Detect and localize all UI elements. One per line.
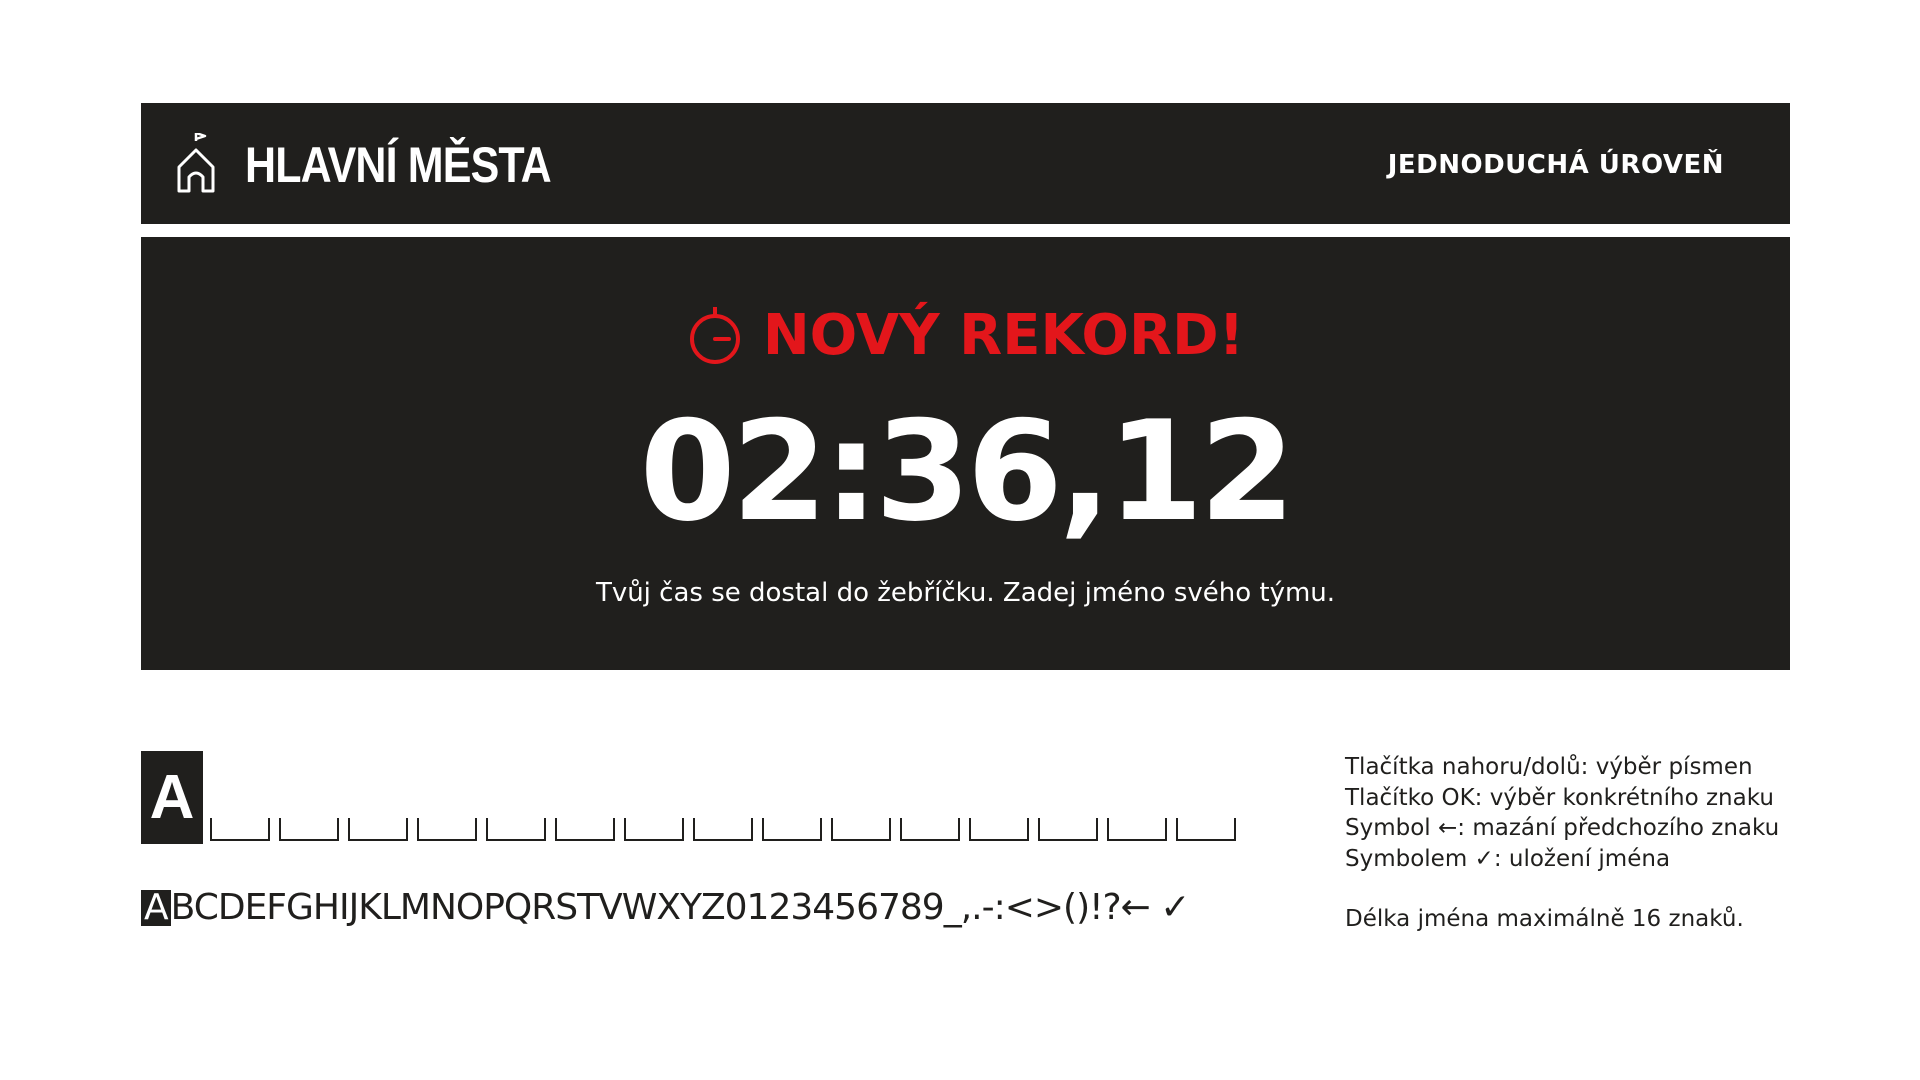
instruction-line: Symbol ←: mazání předchozího znaku: [1345, 815, 1780, 841]
stopwatch-icon: [689, 307, 740, 364]
current-character[interactable]: A: [141, 751, 203, 844]
instruction-line: Délka jména maximálně 16 znaků.: [1345, 906, 1744, 932]
name-slot: [762, 818, 822, 841]
record-panel: NOVÝ REKORD! 02:36,12 Tvůj čas se dostal…: [141, 237, 1790, 670]
name-slot: [279, 818, 339, 841]
name-slot: [831, 818, 891, 841]
name-slot: [624, 818, 684, 841]
name-slot: [900, 818, 960, 841]
record-time: 02:36,12: [639, 391, 1296, 552]
name-slots: [210, 818, 1245, 842]
name-slot: [1176, 818, 1236, 841]
record-heading: NOVÝ REKORD!: [141, 301, 1790, 371]
name-slot: [1107, 818, 1167, 841]
name-slot: [417, 818, 477, 841]
name-slot: [210, 818, 270, 841]
name-slot: [693, 818, 753, 841]
instruction-line: Tlačítko OK: výběr konkrétního znaku: [1345, 784, 1774, 811]
name-slot: [486, 818, 546, 841]
instruction-line: Tlačítka nahoru/dolů: výběr písmen: [1345, 754, 1753, 780]
character-set[interactable]: A BCDEFGHIJKLMNOPQRSTVWXYZ0123456789_,.-:…: [141, 886, 1191, 930]
record-message: Tvůj čas se dostal do žebříčku. Zadej jm…: [595, 578, 1336, 608]
instructions: Tlačítka nahoru/dolů: výběr písmen Tlačí…: [1345, 752, 1795, 935]
new-record-label: NOVÝ REKORD!: [762, 303, 1245, 368]
difficulty-level: JEDNODUCHÁ ÚROVEŇ: [1387, 150, 1724, 180]
name-slot: [1038, 818, 1098, 841]
selected-character[interactable]: A: [141, 890, 171, 926]
instruction-line: Symbolem ✓: uložení jména: [1345, 845, 1671, 872]
header-bar: HLAVNÍ MĚSTA JEDNODUCHÁ ÚROVEŇ: [141, 103, 1790, 224]
name-slot: [555, 818, 615, 841]
name-slot: [969, 818, 1029, 841]
name-slot: [348, 818, 408, 841]
character-list[interactable]: BCDEFGHIJKLMNOPQRSTVWXYZ0123456789_,.-:<…: [171, 886, 1191, 930]
app-title: HLAVNÍ MĚSTA: [245, 137, 552, 193]
home-flag-icon: [177, 133, 215, 193]
